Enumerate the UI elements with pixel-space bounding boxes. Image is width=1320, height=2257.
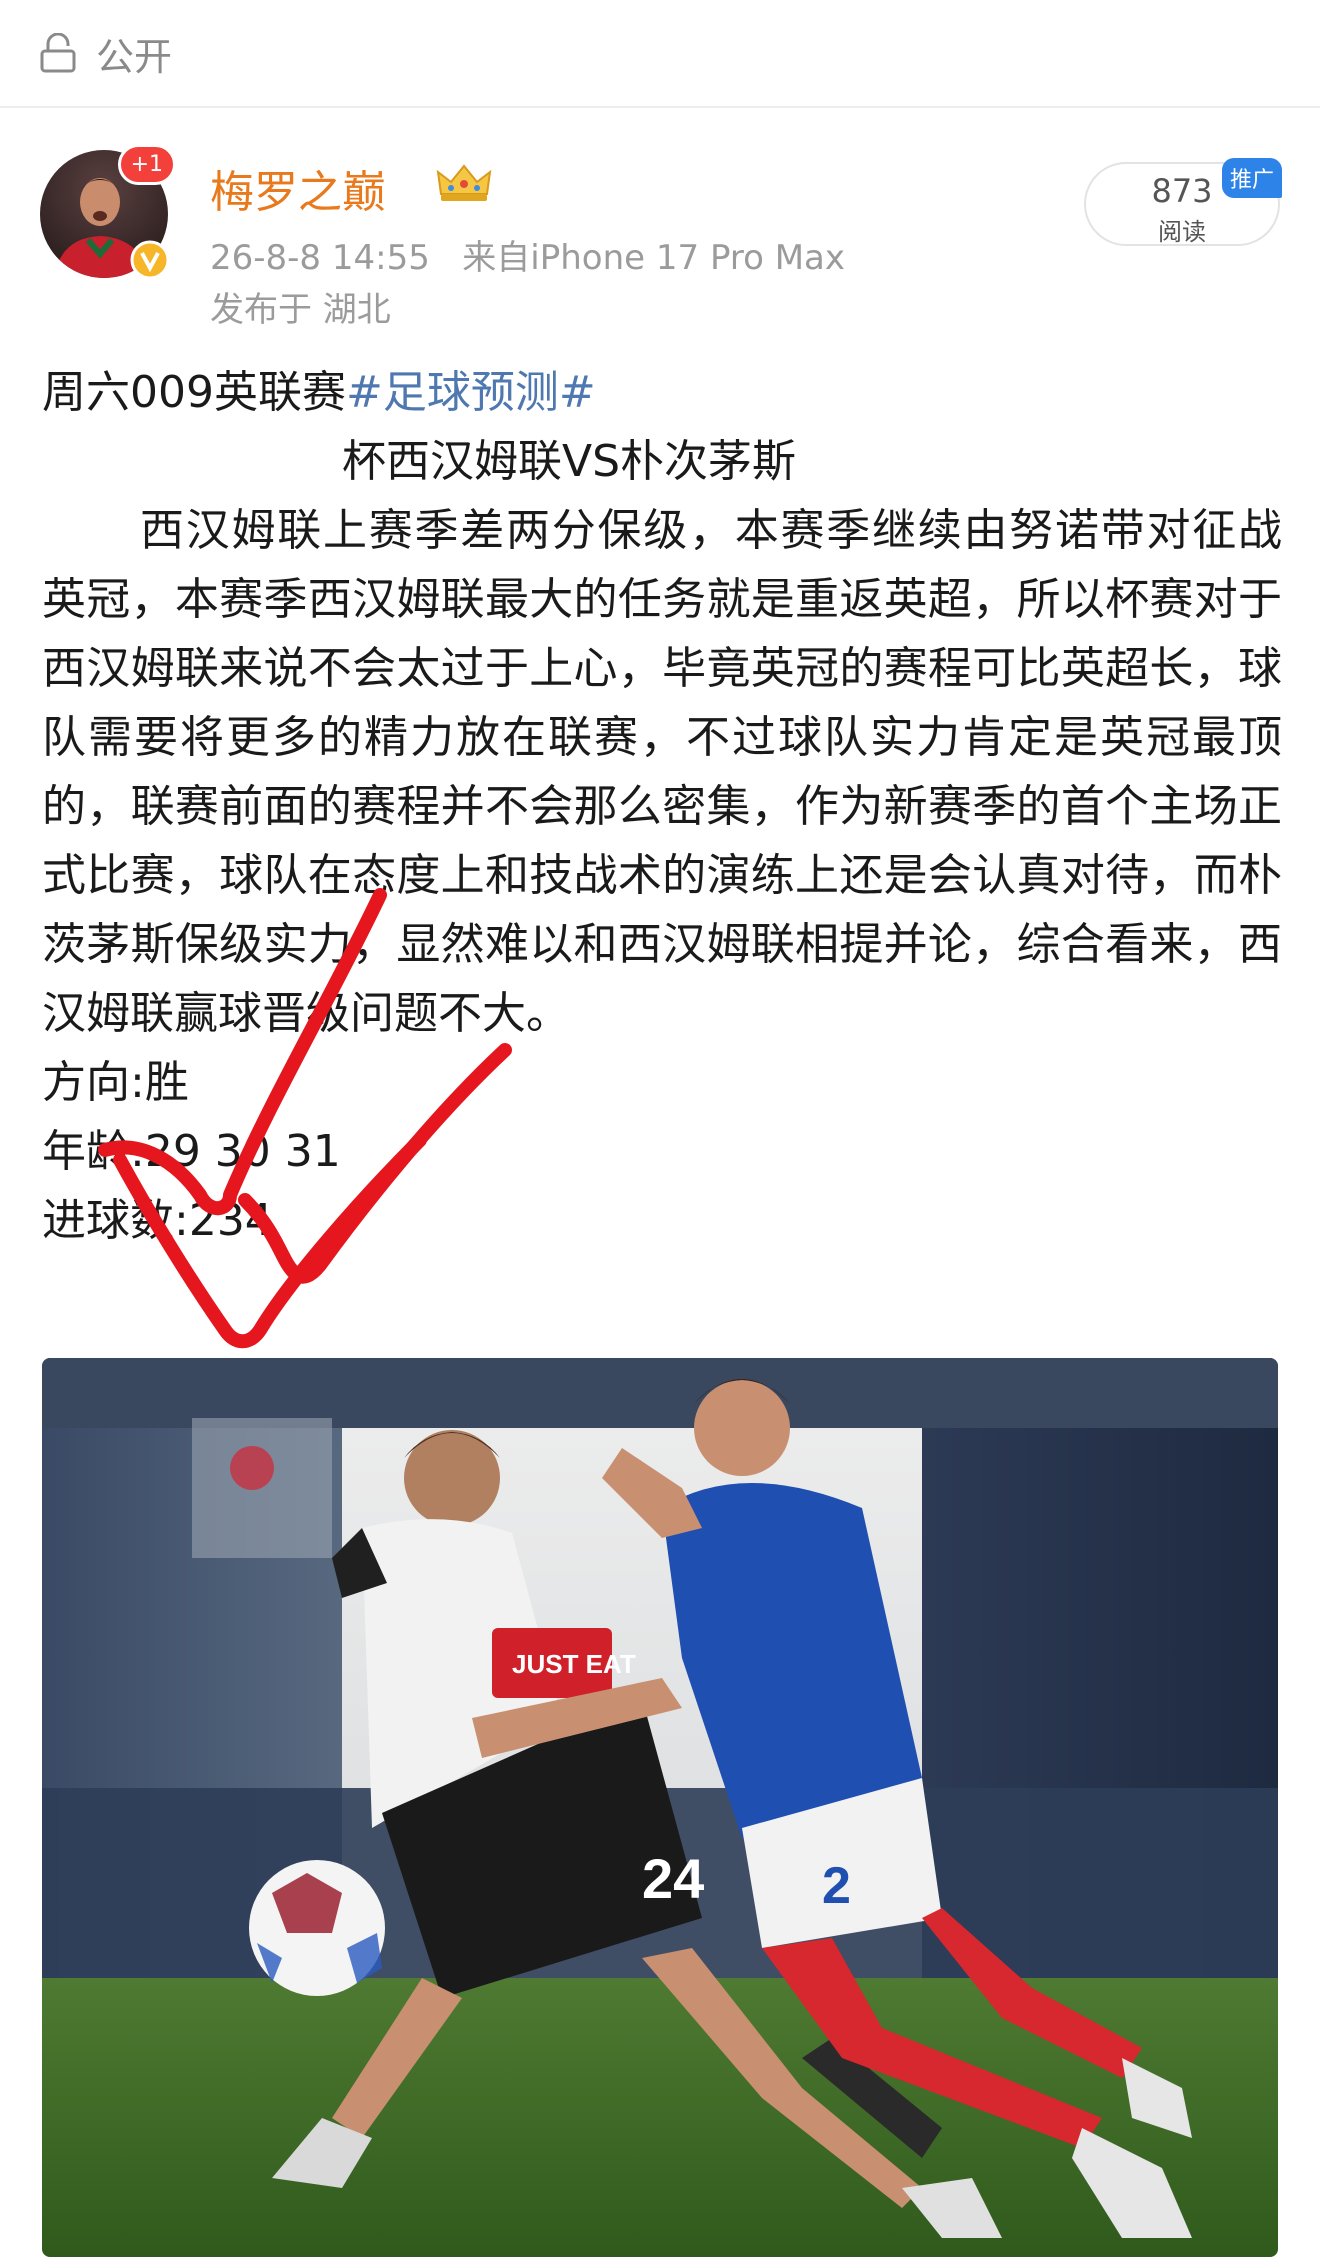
right-player-number: 2: [822, 1857, 851, 1915]
match-title: 杯西汉姆联VS朴次茅斯: [342, 436, 797, 487]
post-content: 周六009英联赛#足球预测# 杯西汉姆联VS朴次茅斯 西汉姆联上赛季差两分保级，…: [42, 358, 1282, 1255]
analysis-paragraph: 西汉姆联上赛季差两分保级，本赛季继续由努诺带对征战英冠，本赛季西汉姆联最大的任务…: [42, 505, 1282, 1039]
post-meta: 26-8-8 14:55 来自iPhone 17 Pro Max: [210, 230, 845, 279]
football-photo: JUST EAT 24 2: [42, 1358, 1278, 2257]
crown-icon: [436, 164, 492, 201]
visibility-label: 公开: [96, 34, 173, 79]
avatar[interactable]: +1: [40, 144, 176, 280]
sponsor-text: JUST EAT: [512, 1649, 636, 1679]
prediction-age: 年龄:29 30 31: [42, 1126, 341, 1177]
post-source: 来自iPhone 17 Pro Max: [462, 238, 845, 278]
post-location: 发布于 湖北: [210, 290, 391, 330]
prediction-goals: 进球数:234: [42, 1195, 273, 1246]
post-photo[interactable]: JUST EAT 24 2: [42, 1358, 1278, 2257]
left-player-number: 24: [642, 1847, 704, 1910]
read-label: 阅读: [1158, 218, 1206, 246]
post-time: 26-8-8 14:55: [210, 238, 430, 278]
author-name[interactable]: 梅罗之巅: [210, 156, 386, 220]
visibility-bar[interactable]: 公开: [0, 0, 1320, 108]
post-title: 周六009英联赛: [42, 367, 346, 418]
post-header: +1 梅罗之巅 26-8-8 14:55 来自iPhone 17 Pro Max…: [40, 144, 1282, 330]
prediction-direction: 方向:胜: [42, 1057, 189, 1108]
lock-icon: [40, 33, 76, 73]
read-count-pill[interactable]: 873 阅读 推广: [1084, 158, 1282, 246]
post-title-line: 周六009英联赛#足球预测#: [42, 358, 1282, 427]
hashtag-link[interactable]: #足球预测#: [346, 367, 596, 418]
notification-badge: +1: [117, 144, 176, 185]
promo-tag: 推广: [1221, 158, 1282, 198]
verified-icon: [130, 240, 170, 280]
